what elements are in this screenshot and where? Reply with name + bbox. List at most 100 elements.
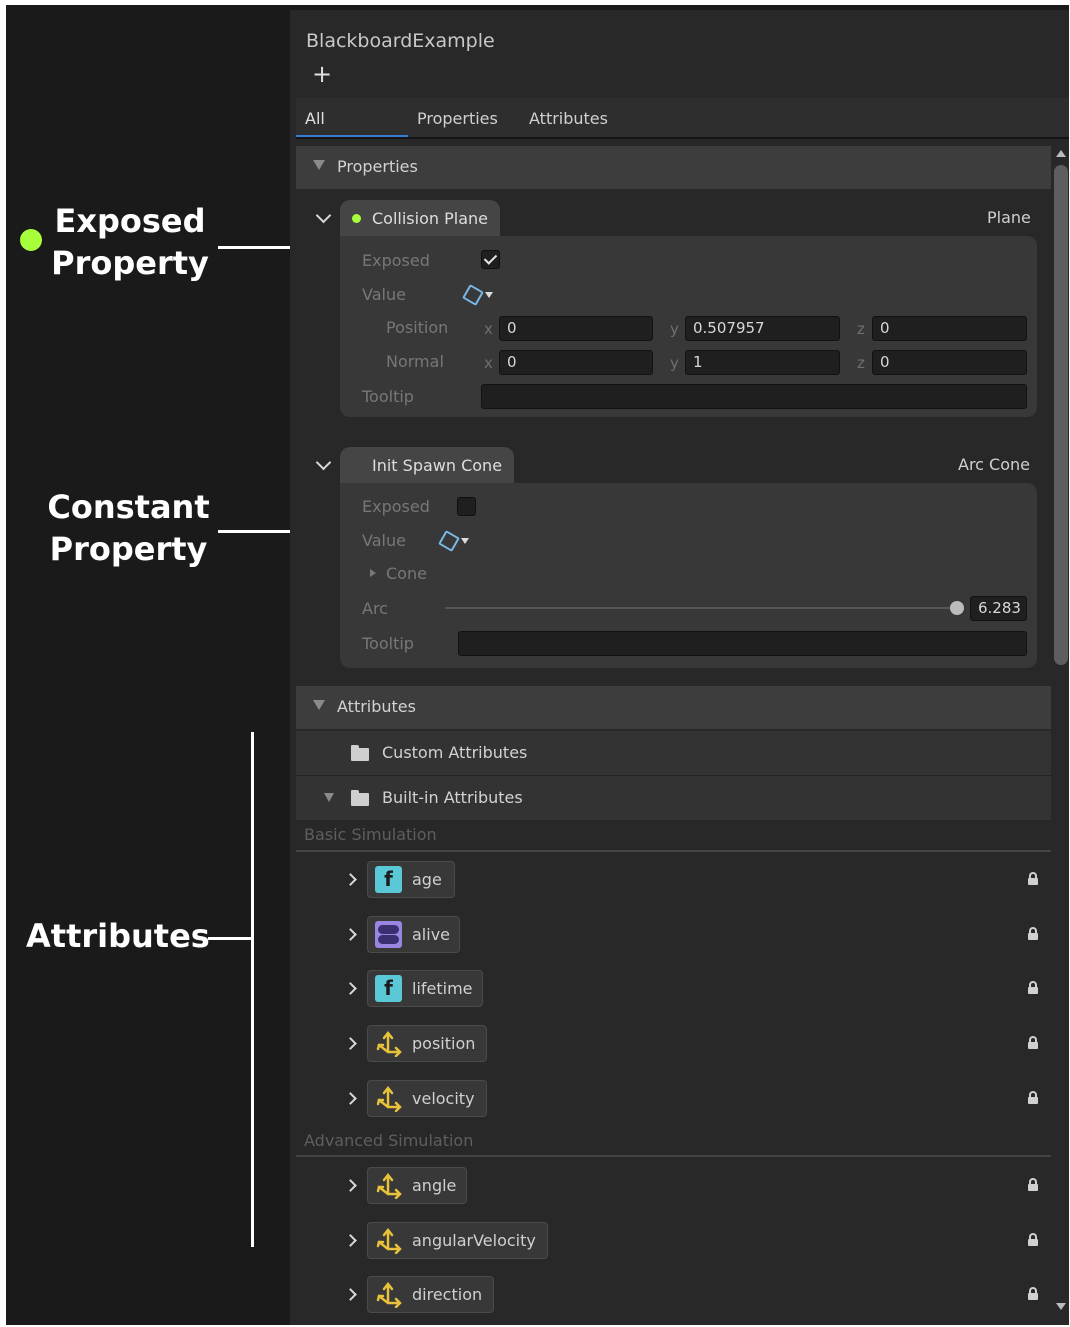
cone-value-label: Value (362, 531, 406, 550)
vector3-icon (375, 1030, 402, 1058)
normal-x-axis: x (484, 354, 493, 372)
constant-property-callout: Constant Property (46, 486, 211, 570)
tab-all[interactable]: All (305, 109, 325, 128)
cone-value-type-dropdown[interactable] (438, 530, 473, 552)
collision-plane-type: Plane (987, 208, 1031, 227)
blackboard-panel: BlackboardExample + All Properties Attri… (290, 10, 1069, 1325)
normal-x-field[interactable]: 0 (499, 350, 653, 375)
normal-z-field[interactable]: 0 (872, 350, 1027, 375)
dropdown-arrow-icon (485, 292, 493, 298)
attribute-chip-angle[interactable]: angle (367, 1167, 467, 1204)
cone-exposed-label: Exposed (362, 497, 430, 516)
lock-icon (1028, 1232, 1038, 1246)
init-spawn-cone-expand-chevron-icon[interactable] (315, 454, 332, 471)
attributes-leader-line (208, 937, 253, 940)
float-icon: f (375, 975, 402, 1003)
cone-tooltip-label: Tooltip (362, 634, 414, 653)
lock-icon (1028, 1036, 1038, 1050)
checkmark-icon (483, 251, 498, 265)
scrollbar-thumb[interactable] (1054, 165, 1068, 665)
attribute-name: angle (412, 1176, 457, 1195)
expand-chevron-icon[interactable] (344, 1037, 357, 1050)
exposed-property-callout: Exposed Property (50, 200, 210, 284)
position-y-field[interactable]: 0.507957 (685, 316, 840, 341)
arc-slider-track[interactable] (445, 607, 957, 609)
init-spawn-cone-pill[interactable]: Init Spawn Cone (340, 447, 514, 485)
collision-plane-pill[interactable]: Collision Plane (340, 200, 500, 238)
window-title: BlackboardExample (306, 30, 495, 52)
folder-icon (351, 745, 369, 761)
value-label: Value (362, 285, 406, 304)
constant-callout-line1: Constant (47, 488, 210, 526)
attribute-chip-alive[interactable]: alive (367, 915, 460, 953)
lock-icon (1028, 1287, 1038, 1301)
attribute-chip-velocity[interactable]: velocity (367, 1079, 487, 1117)
expand-chevron-icon[interactable] (344, 927, 357, 941)
tab-attributes[interactable]: Attributes (529, 109, 608, 128)
attribute-name: direction (412, 1285, 483, 1305)
cube-icon (462, 284, 484, 306)
normal-z-axis: z (857, 354, 865, 372)
scroll-up-arrow[interactable] (1056, 150, 1066, 157)
vector3-icon (375, 1085, 402, 1113)
advanced-simulation-divider (296, 1155, 1051, 1157)
vector3-icon (375, 1281, 402, 1309)
collision-plane-expand-chevron-icon[interactable] (315, 207, 332, 224)
attributes-section-header[interactable]: Attributes (296, 686, 1051, 729)
scroll-down-arrow[interactable] (1056, 1303, 1066, 1310)
exposed-checkbox[interactable] (481, 250, 500, 269)
collision-plane-name: Collision Plane (372, 209, 488, 228)
cone-tooltip-field[interactable] (458, 631, 1027, 656)
basic-simulation-label: Basic Simulation (304, 825, 437, 844)
normal-y-axis: y (670, 354, 679, 372)
tab-properties[interactable]: Properties (417, 109, 498, 128)
position-z-field[interactable]: 0 (872, 316, 1027, 341)
expand-chevron-icon[interactable] (344, 1233, 357, 1247)
attribute-name: alive (412, 924, 451, 944)
arc-slider-handle[interactable] (950, 601, 964, 615)
attribute-chip-angularVelocity[interactable]: angularVelocity (367, 1221, 548, 1259)
attribute-chip-direction[interactable]: direction (367, 1276, 494, 1314)
attribute-chip-position[interactable]: position (367, 1025, 487, 1063)
attributes-section-label: Attributes (337, 697, 416, 716)
constant-callout-line2: Property (49, 530, 208, 568)
collision-plane-card: Exposed Value Position x 0 y 0.507957 z … (340, 236, 1037, 417)
position-x-field[interactable]: 0 (499, 316, 653, 341)
attribute-chip-age[interactable]: f age (367, 861, 455, 898)
tab-bar (296, 98, 1069, 139)
custom-attributes-row[interactable]: Custom Attributes (296, 731, 1051, 776)
cone-exposed-checkbox[interactable] (457, 497, 476, 516)
bool-icon (375, 920, 402, 948)
arc-value-field[interactable]: 6.283 (970, 596, 1027, 621)
lock-icon (1028, 981, 1038, 995)
attributes-callout: Attributes (26, 917, 210, 955)
exposed-indicator-dot (352, 214, 361, 223)
tooltip-field[interactable] (481, 384, 1027, 409)
cone-foldout-arrow-icon[interactable] (370, 569, 376, 577)
attribute-name: lifetime (412, 979, 473, 999)
add-button[interactable]: + (312, 60, 332, 88)
init-spawn-cone-type: Arc Cone (958, 455, 1030, 474)
expand-chevron-icon[interactable] (344, 1179, 357, 1192)
expand-chevron-icon[interactable] (344, 873, 357, 886)
float-icon: f (375, 866, 402, 893)
properties-section-header[interactable]: Properties (296, 146, 1051, 189)
basic-simulation-divider (296, 850, 1051, 852)
normal-y-field[interactable]: 1 (685, 350, 840, 375)
cube-icon (438, 530, 460, 552)
cone-foldout-label[interactable]: Cone (386, 564, 427, 583)
illustration-frame: Exposed Property Constant Property Attri… (6, 5, 1069, 1325)
expand-chevron-icon[interactable] (344, 982, 357, 996)
folder-icon (351, 790, 369, 806)
expand-chevron-icon[interactable] (344, 1288, 357, 1302)
builtin-attributes-row[interactable]: Built-in Attributes (296, 776, 1051, 820)
attribute-chip-lifetime[interactable]: f lifetime (367, 970, 483, 1008)
expand-chevron-icon[interactable] (344, 1091, 357, 1105)
value-type-dropdown[interactable] (462, 284, 497, 306)
collapse-triangle-icon (313, 700, 325, 710)
attribute-name: age (412, 870, 442, 889)
position-z-axis: z (857, 320, 865, 338)
position-y-axis: y (670, 320, 679, 338)
builtin-collapse-triangle-icon (324, 793, 334, 802)
exposed-callout-line1: Exposed (54, 202, 206, 240)
